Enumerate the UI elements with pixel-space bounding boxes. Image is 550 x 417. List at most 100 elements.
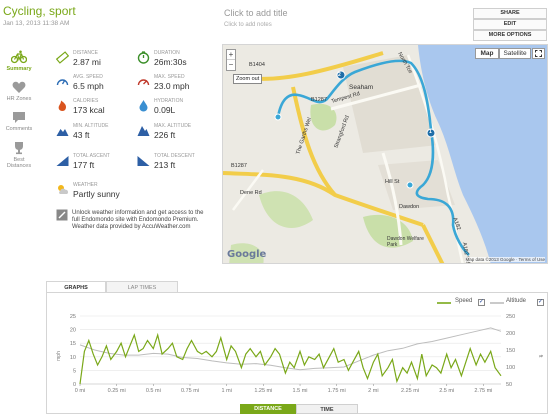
add-title-field[interactable]: Click to add title <box>224 8 288 18</box>
y-tick-label-right: 100 <box>506 365 515 371</box>
flame-icon <box>58 100 66 111</box>
stat-max-altitude: MAX. ALTITUDE 226 ft <box>137 123 217 145</box>
stat-min-altitude: MIN. ALTITUDE 43 ft <box>56 123 136 145</box>
speed-altitude-chart[interactable]: 0510152025 50100150200250 0 mi 0.25 mi 0.5… <box>46 310 548 402</box>
heart-icon <box>12 81 26 93</box>
edit-button[interactable]: EDIT <box>473 19 547 30</box>
road-label: B1287 <box>231 163 247 169</box>
trophy-icon <box>15 142 23 155</box>
nav-best-distances[interactable]: Best Distances <box>3 141 35 169</box>
workout-date: Jan 13, 2013 11:38 AM <box>3 20 70 27</box>
mountain-icon <box>137 126 150 136</box>
map-attribution[interactable]: Map data ©2013 Google · Terms of Use <box>465 257 545 262</box>
stat-duration: DURATION 26m:30s <box>137 50 217 72</box>
route-map[interactable]: 2 1 Seaham Dawdon Dawdon Welfare Park B1… <box>222 44 548 264</box>
zoom-out-minus-button[interactable]: − <box>227 60 235 70</box>
satellite-view-button[interactable]: Satellite <box>499 48 531 59</box>
speedometer-icon <box>56 79 69 86</box>
more-options-button[interactable]: MORE OPTIONS <box>473 30 547 41</box>
altitude-toggle-checkbox[interactable]: ✓ <box>537 299 544 306</box>
partly-sunny-icon <box>58 185 69 194</box>
x-tick-label: 2.25 mi <box>401 388 419 394</box>
altitude-legend-swatch <box>490 302 504 304</box>
y-tick-label-left: 25 <box>70 314 76 320</box>
place-welfare-park: Dawdon Welfare Park <box>387 236 424 248</box>
x-tick-label: 2.5 mi <box>439 388 454 394</box>
promo-text: Unlock weather information and get acces… <box>72 210 204 223</box>
stopwatch-icon <box>137 51 150 64</box>
nav-label: Comments <box>5 126 33 132</box>
stat-total-ascent: TOTAL ASCENT 177 ft <box>56 153 136 175</box>
google-logo: Google <box>227 249 267 260</box>
nav-comments[interactable]: Comments <box>3 111 35 132</box>
altitude-legend-label: Altitude <box>506 298 527 304</box>
y-tick-label-left: 5 <box>73 368 76 374</box>
zoom-in-button[interactable]: + <box>227 50 235 60</box>
place-seaham: Seaham <box>349 84 374 91</box>
stat-avg-speed: AVG. SPEED 6.5 mph <box>56 74 136 96</box>
y-axis-label-left: mph <box>56 351 62 361</box>
route-marker-2[interactable]: 2 <box>338 72 341 78</box>
x-tick-label: 1.25 mi <box>254 388 272 394</box>
time-axis-button[interactable]: TIME <box>296 404 358 414</box>
descent-icon <box>137 156 150 166</box>
speed-legend-swatch <box>437 302 451 304</box>
x-tick-label: 0 mi <box>75 388 85 394</box>
workout-title: Cycling, sport <box>3 4 76 18</box>
share-button[interactable]: SHARE <box>473 8 547 19</box>
stat-max-speed: MAX. SPEED 23.0 mph <box>137 74 217 96</box>
nav-summary[interactable]: Summary <box>3 50 35 72</box>
road-label: B1287 <box>311 97 327 103</box>
stat-calories: CALORIES 173 kcal <box>56 98 136 120</box>
y-tick-label-left: 10 <box>70 355 76 361</box>
stat-distance: DISTANCE 2.87 mi <box>56 50 136 72</box>
bicycle-icon <box>11 50 27 64</box>
y-tick-label-left: 15 <box>70 341 76 347</box>
road-label: Hill St <box>385 179 400 185</box>
mountain-icon <box>56 129 69 136</box>
y-axis-label-right: ft <box>537 355 543 358</box>
y-tick-label-right: 50 <box>506 382 512 388</box>
speedometer-icon <box>137 79 150 86</box>
nav-hr-zones[interactable]: HR Zones <box>3 81 35 102</box>
premium-lock-icon <box>56 209 68 221</box>
nav-label: HR Zones <box>6 96 32 102</box>
road-label: Dene Rd <box>240 190 262 196</box>
add-notes-field[interactable]: Click to add notes <box>224 22 272 28</box>
water-drop-icon <box>139 100 148 112</box>
distance-axis-button[interactable]: DISTANCE <box>240 404 296 414</box>
ruler-icon <box>56 51 69 64</box>
route-marker-1[interactable]: 1 <box>429 129 432 135</box>
speed-toggle-checkbox[interactable]: ✓ <box>478 299 485 306</box>
x-tick-label: 1 mi <box>221 388 231 394</box>
fullscreen-button[interactable] <box>532 48 545 59</box>
x-tick-label: 0.5 mi <box>146 388 161 394</box>
comment-icon <box>13 112 25 123</box>
y-tick-label-right: 250 <box>506 314 515 320</box>
map-canvas[interactable] <box>223 45 548 264</box>
stat-hydration: HYDRATION 0.09L <box>137 98 217 120</box>
premium-promo[interactable]: Unlock weather information and get acces… <box>72 210 212 231</box>
y-tick-label-right: 150 <box>506 348 515 354</box>
expand-icon <box>535 50 542 57</box>
map-view-button[interactable]: Map <box>475 48 499 59</box>
stat-total-descent: TOTAL DESCENT 213 ft <box>137 153 217 175</box>
x-tick-label: 0.75 mi <box>181 388 199 394</box>
zoom-control: + − <box>226 49 236 71</box>
x-tick-label: 1.75 mi <box>328 388 346 394</box>
speed-legend-label: Speed <box>455 298 473 304</box>
road-label: B1404 <box>249 62 265 68</box>
place-dawdon: Dawdon <box>399 204 420 210</box>
zoom-out-button[interactable]: Zoom out <box>233 74 263 84</box>
y-tick-label-right: 200 <box>506 331 515 337</box>
x-tick-label: 2.75 mi <box>474 388 492 394</box>
speed-series-line <box>79 332 502 385</box>
x-tick-label: 1.5 mi <box>293 388 308 394</box>
nav-label: Summary <box>6 66 32 72</box>
ascent-icon <box>56 156 69 166</box>
x-tick-label: 2 mi <box>368 388 378 394</box>
stat-weather: WEATHER Partly sunny <box>56 182 136 204</box>
x-tick-label: 0.25 mi <box>108 388 126 394</box>
weather-credit: Weather data provided by AccuWeather.com <box>72 224 191 230</box>
y-tick-label-left: 20 <box>70 328 76 334</box>
